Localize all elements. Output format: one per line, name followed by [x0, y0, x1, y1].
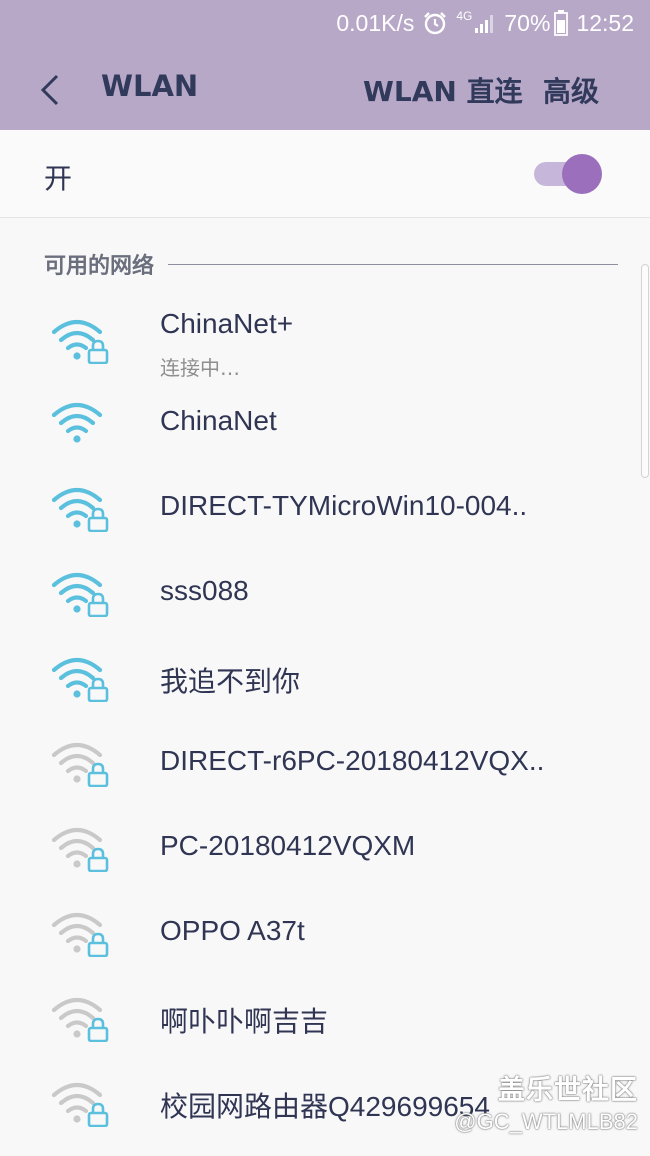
wifi-weak-secured-icon	[51, 997, 109, 1042]
wifi-weak-secured-icon	[51, 1082, 109, 1127]
network-name: 我追不到你	[160, 666, 301, 697]
wlan-direct-button[interactable]: WLAN 直连	[363, 70, 523, 110]
network-name: sss088	[160, 575, 249, 606]
network-item[interactable]: 啊卟卟啊吉吉	[0, 974, 650, 1059]
network-name: PC-20180412VQXM	[160, 830, 416, 861]
network-type: 4G	[456, 9, 473, 23]
clock: 12:52	[576, 9, 634, 36]
alarm-icon	[422, 10, 448, 36]
network-name: DIRECT-r6PC-20180412VQX..	[160, 745, 545, 776]
advanced-button[interactable]: 高级	[543, 70, 599, 110]
network-name: OPPO A37t	[160, 915, 305, 946]
wifi-secured-icon	[51, 319, 109, 364]
back-button[interactable]	[28, 68, 72, 112]
community-watermark: 盖乐世社区 @GC_WTLMLB82	[454, 1068, 638, 1135]
battery-percent: 70%	[504, 9, 551, 36]
network-item[interactable]: ChinaNet	[0, 379, 650, 464]
wifi-weak-secured-icon	[51, 827, 109, 872]
toggle-label: 开	[44, 162, 73, 195]
network-name: DIRECT-TYMicroWin10-004..	[160, 490, 528, 521]
wlan-switch[interactable]	[534, 154, 602, 194]
page-title: WLAN	[101, 69, 199, 103]
network-item[interactable]: OPPO A37t	[0, 889, 650, 974]
network-item-chinanet-plus[interactable]: ChinaNet+ 连接中…	[0, 286, 650, 380]
status-bar: 0.01K/s 4G 70% 12:52	[0, 0, 650, 46]
watermark-title: 盖乐世社区	[498, 1075, 638, 1106]
network-list: ChinaNet+ 连接中… ChinaNet DIRECT-TYMicroWi…	[0, 286, 650, 1144]
network-item[interactable]: DIRECT-TYMicroWin10-004..	[0, 464, 650, 549]
section-divider	[168, 263, 618, 265]
network-name: ChinaNet+	[160, 308, 294, 339]
network-status: 连接中…	[160, 356, 240, 380]
wifi-icon	[51, 402, 103, 443]
wifi-secured-icon	[51, 487, 109, 532]
app-bar: WLAN WLAN 直连 高级	[0, 46, 650, 130]
header: 0.01K/s 4G 70% 12:52 WLAN WLAN 直连 高级	[0, 0, 650, 130]
signal-icon	[474, 12, 496, 34]
wifi-weak-secured-icon	[51, 742, 109, 787]
network-item[interactable]: PC-20180412VQXM	[0, 804, 650, 889]
wifi-secured-icon	[51, 572, 109, 617]
network-item[interactable]: 我追不到你	[0, 634, 650, 719]
switch-thumb	[562, 154, 602, 194]
net-speed: 0.01K/s	[336, 9, 415, 36]
network-item[interactable]: DIRECT-r6PC-20180412VQX..	[0, 719, 650, 804]
watermark-handle: @GC_WTLMLB82	[454, 1109, 638, 1134]
section-title: 可用的网络	[44, 254, 155, 279]
chevron-left-icon	[40, 74, 59, 106]
network-name: 啊卟卟啊吉吉	[160, 1006, 329, 1037]
available-networks-header: 可用的网络	[44, 248, 618, 280]
network-name: ChinaNet	[160, 405, 277, 436]
wlan-toggle-row[interactable]: 开	[0, 130, 650, 218]
network-name: 校园网路由器Q429699654	[160, 1091, 490, 1122]
network-item[interactable]: sss088	[0, 549, 650, 634]
wifi-secured-icon	[51, 657, 109, 702]
wifi-weak-secured-icon	[51, 912, 109, 957]
battery-icon	[554, 10, 569, 36]
